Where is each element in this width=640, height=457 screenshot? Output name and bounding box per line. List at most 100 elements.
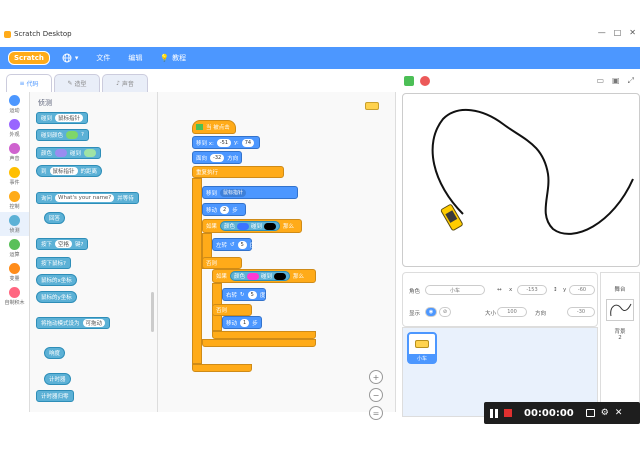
if-else-block-inner[interactable]: 如果 颜色 碰到 那么 xyxy=(212,269,316,283)
category-looks[interactable]: 外观 xyxy=(0,116,29,140)
y-input[interactable]: 74 xyxy=(241,138,255,147)
camera-icon[interactable] xyxy=(585,409,595,417)
block-dropdown[interactable]: 可拖动 xyxy=(82,319,106,327)
maximize-button[interactable]: □ xyxy=(614,28,622,40)
block-mouse-y[interactable]: 鼠标的y坐标 xyxy=(36,291,77,303)
degrees-input[interactable]: 5 xyxy=(237,240,247,249)
steps-input[interactable]: 2 xyxy=(220,205,230,214)
block-touching[interactable]: 碰到 鼠标指针 xyxy=(36,112,89,124)
point-direction-block[interactable]: 面向 -32 方向 xyxy=(192,151,242,164)
block-ask-and-wait[interactable]: 询问 What's your name? 并等待 xyxy=(36,192,139,204)
block-mouse-x[interactable]: 鼠标的x坐标 xyxy=(36,274,77,286)
category-sound[interactable]: 声音 xyxy=(0,140,29,164)
small-stage-icon[interactable]: ▭ xyxy=(596,76,604,86)
category-label: 运动 xyxy=(9,107,20,114)
sprite-name-input[interactable]: 小车 xyxy=(425,285,485,295)
direction-input[interactable]: -30 xyxy=(567,307,595,317)
show-visible-icon[interactable]: ◉ xyxy=(425,307,437,317)
menu-tutorials[interactable]: 💡 教程 xyxy=(160,53,186,63)
close-button[interactable]: ✕ xyxy=(629,28,636,40)
scratch-logo[interactable]: Scratch xyxy=(8,51,50,65)
editor-tabs: ≡ 代码 ✎ 造型 ♪ 声音 xyxy=(0,74,160,92)
block-mouse-down[interactable]: 按下鼠标? xyxy=(36,257,71,269)
block-set-drag-mode[interactable]: 将拖动模式设为 可拖动 xyxy=(36,317,111,329)
zoom-out-button[interactable]: − xyxy=(369,388,383,402)
target-dropdown[interactable]: 鼠标指针 xyxy=(220,188,247,197)
block-dropdown[interactable]: 鼠标指针 xyxy=(49,167,78,175)
goto-xy-block[interactable]: 移到 x: -51 y: 74 xyxy=(192,136,260,149)
sprite-tile-car[interactable]: 小车 xyxy=(407,332,437,364)
stop-icon[interactable] xyxy=(420,76,430,86)
block-key-pressed[interactable]: 按下 空格 键? xyxy=(36,238,89,250)
x-input[interactable]: -51 xyxy=(216,138,232,147)
when-flag-clicked-block[interactable]: 当 被点击 xyxy=(192,120,236,134)
category-motion[interactable]: 运动 xyxy=(0,92,29,116)
block-loudness[interactable]: 响度 xyxy=(44,347,66,359)
category-sensing[interactable]: 侦测 xyxy=(0,212,29,236)
category-variables[interactable]: 变量 xyxy=(0,260,29,284)
script-area[interactable]: 当 被点击 移到 x: -51 y: 74 面向 -32 方向 重复执行 移到 … xyxy=(158,92,396,420)
close-icon[interactable]: ✕ xyxy=(615,408,623,418)
tab-costumes[interactable]: ✎ 造型 xyxy=(54,74,100,92)
direction-label: 方向 xyxy=(535,311,547,317)
block-timer[interactable]: 计时器 xyxy=(44,373,71,385)
zoom-reset-button[interactable]: = xyxy=(369,406,383,420)
large-stage-icon[interactable]: ▣ xyxy=(612,76,620,86)
color-swatch[interactable] xyxy=(247,272,260,280)
block-color-touching[interactable]: 颜色 碰到 xyxy=(36,147,102,159)
steps-input[interactable]: 1 xyxy=(240,318,250,327)
turn-left-block[interactable]: 左转 ↺ 5 度 xyxy=(212,238,255,251)
fullscreen-icon[interactable]: ⤢ xyxy=(628,76,634,86)
menu-file[interactable]: 文件 xyxy=(96,53,110,63)
menu-edit[interactable]: 编辑 xyxy=(128,53,142,63)
color-touching-condition[interactable]: 颜色 碰到 xyxy=(220,221,281,231)
block-text: 响度 xyxy=(49,351,61,357)
degrees-input[interactable]: 5 xyxy=(247,290,257,299)
settings-icon[interactable]: ⚙ xyxy=(601,408,609,418)
hide-icon[interactable]: ⊘ xyxy=(439,307,451,317)
block-dropdown[interactable]: 鼠标指针 xyxy=(55,114,84,122)
turn-right-block[interactable]: 右转 ↻ 5 度 xyxy=(222,288,266,301)
block-dropdown[interactable]: 空格 xyxy=(55,240,73,248)
block-distance-to[interactable]: 到 鼠标指针 的距离 xyxy=(36,165,103,177)
goto-target-block[interactable]: 移到 鼠标指针 xyxy=(202,186,298,199)
block-text: 颜色 xyxy=(41,151,53,157)
color-swatch[interactable] xyxy=(264,222,277,230)
block-reset-timer[interactable]: 计时器归零 xyxy=(36,390,74,402)
size-input[interactable]: 100 xyxy=(497,307,527,317)
color-swatch[interactable] xyxy=(55,149,68,157)
x-input[interactable]: -153 xyxy=(517,285,547,295)
car-sprite[interactable] xyxy=(440,204,463,231)
stage-backdrop-pane[interactable]: 舞台 背景 2 xyxy=(600,272,640,417)
category-operators[interactable]: 运算 xyxy=(0,236,29,260)
forever-block[interactable]: 重复执行 xyxy=(192,166,284,178)
tab-sounds[interactable]: ♪ 声音 xyxy=(102,74,148,92)
block-answer[interactable]: 回答 xyxy=(44,212,66,224)
y-input[interactable]: -60 xyxy=(569,285,595,295)
block-input[interactable]: What's your name? xyxy=(55,194,115,202)
stage[interactable] xyxy=(402,93,640,267)
green-flag-icon[interactable] xyxy=(404,76,414,86)
minimize-button[interactable]: — xyxy=(598,28,606,40)
move-steps-block[interactable]: 移动 2 步 xyxy=(202,203,246,216)
language-menu[interactable]: ▾ xyxy=(62,53,78,63)
pause-icon[interactable] xyxy=(490,408,498,418)
direction-input[interactable]: -32 xyxy=(210,153,225,162)
zoom-in-button[interactable]: + xyxy=(369,370,383,384)
color-swatch[interactable] xyxy=(84,149,97,157)
palette-scrollbar[interactable] xyxy=(151,292,154,332)
category-events[interactable]: 事件 xyxy=(0,164,29,188)
backdrop-count: 2 xyxy=(618,335,622,341)
move-steps-block-2[interactable]: 移动 1 步 xyxy=(222,316,262,329)
tab-code[interactable]: ≡ 代码 xyxy=(6,74,52,92)
color-swatch[interactable] xyxy=(274,272,287,280)
block-touching-color[interactable]: 碰到颜色 ? xyxy=(36,129,89,141)
if-else-block[interactable]: 如果 颜色 碰到 那么 xyxy=(202,219,302,233)
category-control[interactable]: 控制 xyxy=(0,188,29,212)
color-swatch[interactable] xyxy=(66,131,79,139)
stop-record-icon[interactable] xyxy=(504,409,512,417)
color-touching-condition[interactable]: 颜色 碰到 xyxy=(230,271,291,281)
color-swatch[interactable] xyxy=(237,222,250,230)
category-my-blocks[interactable]: 自制积木 xyxy=(0,284,29,308)
if-foot xyxy=(212,331,316,339)
